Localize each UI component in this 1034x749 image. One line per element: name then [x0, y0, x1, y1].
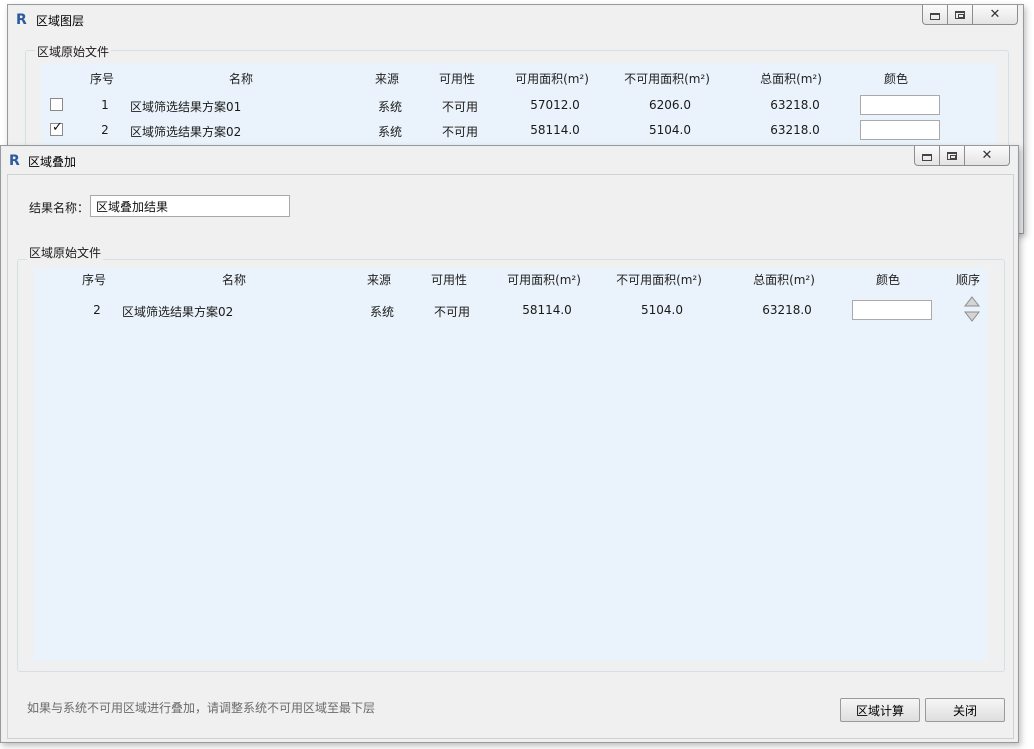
col-header-order: 顺序	[955, 273, 981, 287]
row-index: 2	[93, 303, 101, 317]
overlay-window-titlebar[interactable]: R 区域叠加 ✕	[1, 146, 1018, 172]
source-files-legend: 区域原始文件	[35, 43, 112, 60]
row-color-swatch[interactable]	[860, 95, 940, 115]
close-window-button[interactable]: ✕	[972, 5, 1018, 25]
col-header-usable-area: 可用面积(m²)	[507, 273, 581, 287]
overlay-hint-text: 如果与系统不可用区域进行叠加，请调整系统不可用区域至最下层	[27, 701, 376, 715]
col-header-unusable-area: 不可用面积(m²)	[624, 72, 710, 86]
col-header-color: 颜色	[883, 72, 909, 86]
row-name: 区域筛选结果方案02	[122, 305, 234, 319]
row-color-swatch[interactable]	[852, 300, 932, 320]
result-name-input[interactable]	[90, 195, 290, 217]
col-header-name: 名称	[221, 273, 247, 287]
row-total-area: 63218.0	[770, 98, 820, 112]
row-availability: 不可用	[441, 125, 479, 139]
row-unusable-area: 5104.0	[641, 303, 683, 317]
restore-icon	[955, 10, 965, 19]
col-header-index: 序号	[81, 273, 107, 287]
col-header-source: 来源	[374, 72, 400, 86]
row-index: 1	[101, 98, 109, 112]
row-unusable-area: 5104.0	[649, 123, 691, 137]
col-header-availability: 可用性	[438, 72, 476, 86]
maximize-button[interactable]	[947, 5, 973, 25]
row-source: 系统	[377, 100, 403, 114]
restore-icon	[947, 151, 957, 160]
row-checkbox[interactable]	[50, 98, 63, 111]
close-icon: ✕	[989, 7, 1001, 22]
revit-logo-icon: R	[16, 12, 27, 28]
col-header-unusable-area: 不可用面积(m²)	[616, 273, 702, 287]
maximize-button[interactable]	[939, 146, 965, 166]
col-header-name: 名称	[228, 72, 254, 86]
col-header-total-area: 总面积(m²)	[753, 273, 815, 287]
close-icon: ✕	[981, 148, 993, 163]
row-source: 系统	[369, 305, 395, 319]
overlay-window-title: 区域叠加	[28, 155, 77, 169]
col-header-index: 序号	[89, 72, 115, 86]
minimize-icon	[930, 12, 940, 20]
move-up-icon[interactable]	[964, 296, 980, 308]
minimize-button[interactable]	[922, 5, 948, 25]
minimize-button[interactable]	[914, 146, 940, 166]
row-usable-area: 58114.0	[522, 303, 572, 317]
layer-window-titlebar[interactable]: R 区域图层 ✕	[8, 5, 1023, 31]
close-button[interactable]: 关闭	[925, 698, 1005, 722]
col-header-source: 来源	[366, 273, 392, 287]
row-total-area: 63218.0	[770, 123, 820, 137]
row-availability: 不可用	[441, 100, 479, 114]
calculate-region-button[interactable]: 区域计算	[840, 698, 920, 722]
col-header-availability: 可用性	[430, 273, 468, 287]
row-usable-area: 57012.0	[530, 98, 580, 112]
source-files-legend: 区域原始文件	[27, 244, 104, 261]
col-header-color: 颜色	[875, 273, 901, 287]
row-availability: 不可用	[433, 305, 471, 319]
overlay-files-grid: 序号 名称 来源 可用性 可用面积(m²) 不可用面积(m²) 总面积(m²) …	[34, 268, 988, 661]
row-checkbox[interactable]	[50, 120, 63, 136]
close-window-button[interactable]: ✕	[964, 146, 1010, 166]
row-total-area: 63218.0	[762, 303, 812, 317]
col-header-total-area: 总面积(m²)	[760, 72, 822, 86]
row-usable-area: 58114.0	[530, 123, 580, 137]
row-name: 区域筛选结果方案01	[130, 100, 242, 114]
row-index: 2	[101, 123, 109, 137]
revit-logo-icon: R	[9, 153, 20, 169]
row-name: 区域筛选结果方案02	[130, 125, 242, 139]
row-source: 系统	[377, 125, 403, 139]
row-unusable-area: 6206.0	[649, 98, 691, 112]
col-header-usable-area: 可用面积(m²)	[515, 72, 589, 86]
row-color-swatch[interactable]	[860, 120, 940, 140]
result-name-label: 结果名称：	[29, 201, 90, 215]
layer-window-title: 区域图层	[36, 14, 85, 28]
overlay-window: R 区域叠加 ✕ 结果名称： 区域原始文件 序号 名称 来源 可用性 可用面积(…	[0, 145, 1019, 743]
move-down-icon[interactable]	[964, 310, 980, 322]
minimize-icon	[922, 153, 932, 161]
